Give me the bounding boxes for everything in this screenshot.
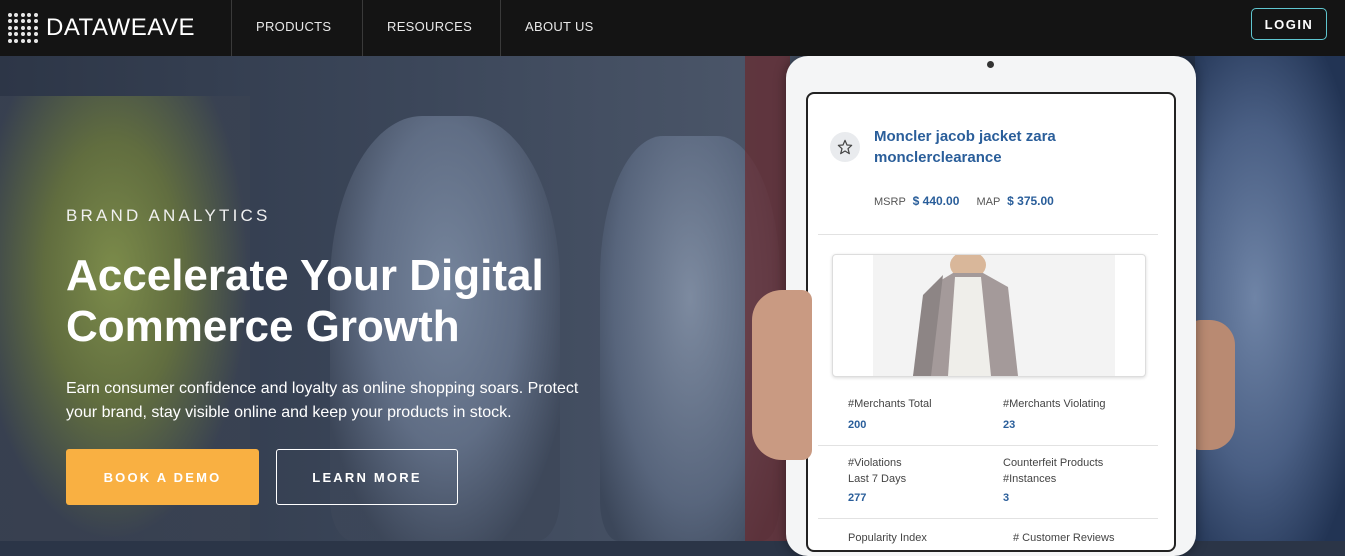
msrp-value: $ 440.00 <box>912 194 960 208</box>
nav-divider <box>231 0 232 56</box>
tablet-device: Moncler jacob jacket zara monclerclearan… <box>786 56 1196 556</box>
nav-item-products[interactable]: PRODUCTS <box>256 0 331 56</box>
hero-headline-line1: Accelerate Your Digital <box>66 251 544 300</box>
map-label: MAP <box>976 196 1001 208</box>
brand-logo[interactable]: DATAWEAVE <box>8 8 195 48</box>
hero-headline: Accelerate Your Digital Commerce Growth <box>66 250 666 352</box>
stat-counterfeit-label: Counterfeit Products #Instances <box>1003 455 1103 487</box>
msrp-label: MSRP <box>874 196 906 208</box>
stat-merchants-violating-value: 23 <box>1003 419 1016 431</box>
divider <box>818 518 1158 519</box>
top-navbar: DATAWEAVE PRODUCTS RESOURCES ABOUT US LO… <box>0 0 1345 56</box>
nav-item-about-us[interactable]: ABOUT US <box>525 0 594 56</box>
stat-merchants-total-value: 200 <box>848 419 867 431</box>
stat-merchants-total-label: #Merchants Total <box>848 398 932 410</box>
hand-right-shape <box>1190 320 1235 450</box>
hero-subtext: Earn consumer confidence and loyalty as … <box>66 377 666 425</box>
map-value: $ 375.00 <box>1007 194 1054 208</box>
hero-subtext-line2: your brand, stay visible online and keep… <box>66 404 512 421</box>
stat-customer-reviews-label: # Customer Reviews <box>1013 532 1115 544</box>
product-title-line1: Moncler jacob jacket zara <box>874 128 1056 145</box>
product-image-card <box>832 254 1146 377</box>
divider <box>818 234 1158 235</box>
price-row: MSRP $ 440.00 MAP $ 375.00 <box>874 194 1068 208</box>
stat-violations-label-line1: #Violations <box>848 457 902 469</box>
stat-violations-value: 277 <box>848 492 867 504</box>
learn-more-button[interactable]: LEARN MORE <box>276 449 458 505</box>
nav-item-resources[interactable]: RESOURCES <box>387 0 472 56</box>
tablet-camera <box>987 61 994 68</box>
tablet-screen: Moncler jacob jacket zara monclerclearan… <box>806 92 1176 552</box>
jacket-image-icon <box>873 255 1115 376</box>
product-title[interactable]: Moncler jacob jacket zara monclerclearan… <box>874 126 1134 168</box>
stat-violations-label: #Violations Last 7 Days <box>848 455 906 487</box>
divider <box>818 445 1158 446</box>
product-title-line2: monclerclearance <box>874 149 1002 166</box>
stat-counterfeit-label-line1: Counterfeit Products <box>1003 457 1104 469</box>
nav-divider <box>500 0 501 56</box>
stat-popularity-label: Popularity Index <box>848 532 927 544</box>
nav-divider <box>362 0 363 56</box>
product-photo <box>873 255 1115 376</box>
favorite-button[interactable] <box>830 132 860 162</box>
hero-subtext-line1: Earn consumer confidence and loyalty as … <box>66 380 579 397</box>
brand-name: DATAWEAVE <box>46 14 195 41</box>
stat-violations-label-line2: Last 7 Days <box>848 473 907 485</box>
star-outline-icon <box>837 139 853 155</box>
book-demo-button[interactable]: BOOK A DEMO <box>66 449 259 505</box>
hero-eyebrow: BRAND ANALYTICS <box>66 206 271 225</box>
mannequin-far-right-shape <box>1195 56 1345 541</box>
login-button[interactable]: LOGIN <box>1251 8 1327 40</box>
stat-counterfeit-label-line2: #Instances <box>1003 473 1057 485</box>
stat-merchants-violating-label: #Merchants Violating <box>1003 398 1106 410</box>
hero-headline-line2: Commerce Growth <box>66 302 460 351</box>
stat-counterfeit-value: 3 <box>1003 492 1010 504</box>
dot-grid-logo-icon <box>8 13 38 43</box>
hand-left-shape <box>752 290 812 460</box>
